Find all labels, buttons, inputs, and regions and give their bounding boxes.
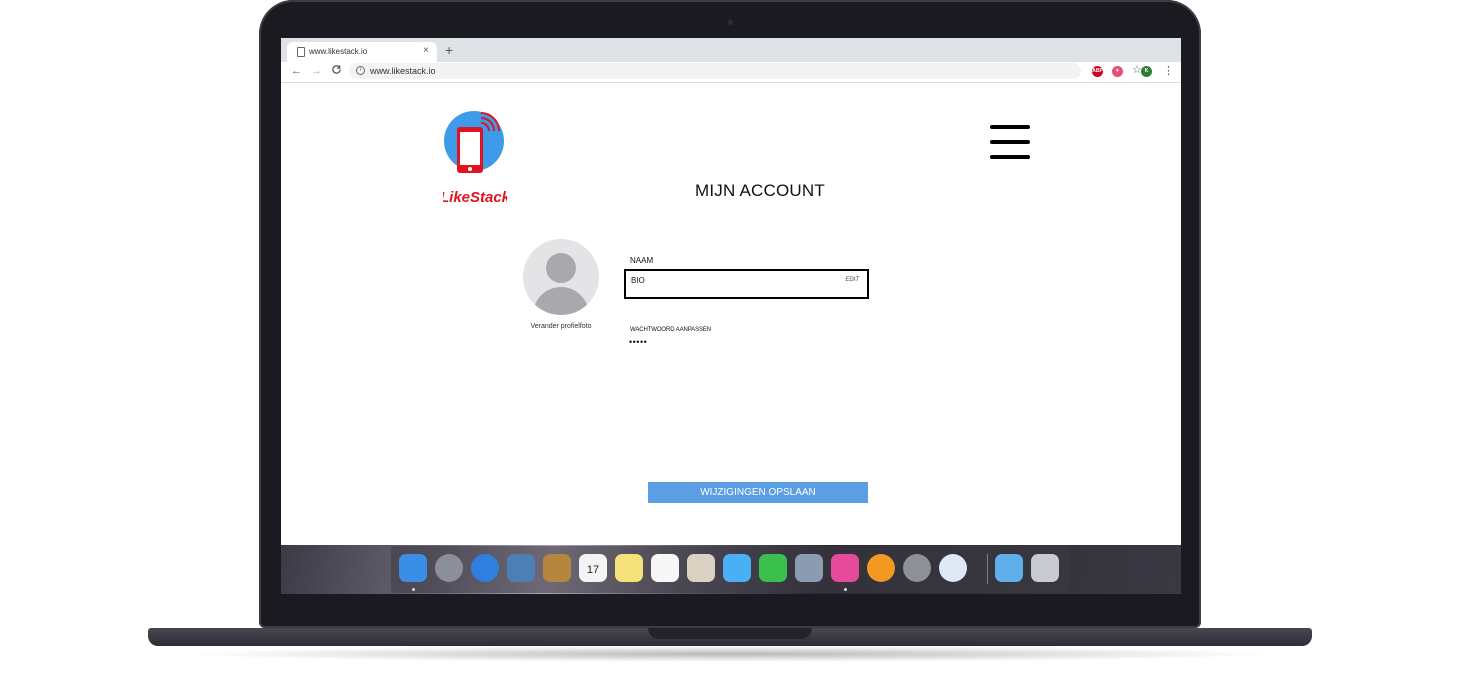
url-text[interactable]: www.likestack.io	[370, 66, 436, 76]
edit-link[interactable]: EDIT	[845, 277, 859, 283]
avatar-body	[533, 287, 589, 315]
downloads-folder-icon[interactable]	[995, 554, 1023, 582]
address-bar[interactable]: i www.likestack.io ☆	[349, 63, 1142, 79]
browser-menu-icon[interactable]: ⋮	[1163, 64, 1174, 77]
notes-icon[interactable]	[615, 554, 643, 582]
trash-icon[interactable]	[1031, 554, 1059, 582]
system-preferences-icon[interactable]	[903, 554, 931, 582]
new-tab-button[interactable]: +	[445, 42, 453, 58]
profile-avatar-icon[interactable]: K	[1141, 66, 1152, 77]
change-photo-link[interactable]: Verander profielfoto	[517, 323, 605, 330]
save-button[interactable]: WIJZIGINGEN OPSLAAN	[648, 482, 868, 503]
running-indicator	[844, 588, 847, 591]
migration-assistant-icon[interactable]	[939, 554, 967, 582]
avatar[interactable]	[523, 239, 599, 315]
heart-extension-icon[interactable]: ♥	[1112, 66, 1123, 77]
base-notch	[648, 628, 812, 639]
image-capture-icon[interactable]	[795, 554, 823, 582]
password-field[interactable]: •••••	[629, 337, 647, 347]
page-title: MIJN ACCOUNT	[695, 181, 825, 200]
naam-field[interactable]: NAAM	[630, 256, 653, 265]
tab-bar: www.likestack.io × +	[281, 38, 1181, 62]
page-content: LikeStack MIJN ACCOUNT Verander profielf…	[281, 83, 1181, 545]
info-icon[interactable]: i	[356, 66, 365, 75]
facetime-icon[interactable]	[759, 554, 787, 582]
calendar-icon[interactable]: 17	[579, 554, 607, 582]
bio-field[interactable]: BIO EDIT	[624, 269, 869, 299]
tab-title: www.likestack.io	[309, 47, 368, 56]
tab-close-icon[interactable]: ×	[423, 45, 429, 56]
hamburger-menu-icon[interactable]	[990, 125, 1030, 159]
likestack-logo[interactable]: LikeStack	[440, 111, 511, 207]
logo-phone-icon: LikeStack	[440, 111, 511, 206]
dock-separator	[987, 554, 988, 584]
contacts-icon[interactable]	[543, 554, 571, 582]
avatar-head	[546, 253, 576, 283]
forward-button[interactable]: →	[311, 64, 322, 78]
browser-toolbar: ← → i www.likestack.io ☆ ABP ♥ K ⋮	[281, 62, 1181, 83]
reminders-icon[interactable]	[651, 554, 679, 582]
password-label: WACHTWOORD AANPASSEN	[630, 327, 712, 333]
back-button[interactable]: ←	[291, 64, 302, 78]
adblock-extension-icon[interactable]: ABP	[1092, 66, 1103, 77]
finder-icon[interactable]	[399, 554, 427, 582]
laptop-shadow	[180, 646, 1280, 662]
safari-icon[interactable]	[471, 554, 499, 582]
launchpad-icon[interactable]	[435, 554, 463, 582]
keynote-icon[interactable]	[831, 554, 859, 582]
books-icon[interactable]	[867, 554, 895, 582]
desktop-wallpaper: 17	[281, 545, 1181, 594]
page-icon	[297, 47, 305, 57]
screen: www.likestack.io × + ← → i www.likestack…	[281, 38, 1181, 594]
photo-booth-icon[interactable]	[687, 554, 715, 582]
logo-text: LikeStack	[443, 189, 507, 206]
reload-button[interactable]	[331, 64, 342, 79]
bio-label: BIO	[631, 276, 645, 285]
preview-icon[interactable]	[507, 554, 535, 582]
dock: 17	[391, 546, 1069, 593]
browser-tab[interactable]: www.likestack.io ×	[287, 42, 437, 62]
messages-icon[interactable]	[723, 554, 751, 582]
laptop-base	[148, 628, 1312, 646]
webcam	[728, 20, 733, 25]
reload-icon	[332, 65, 341, 74]
running-indicator	[412, 588, 415, 591]
